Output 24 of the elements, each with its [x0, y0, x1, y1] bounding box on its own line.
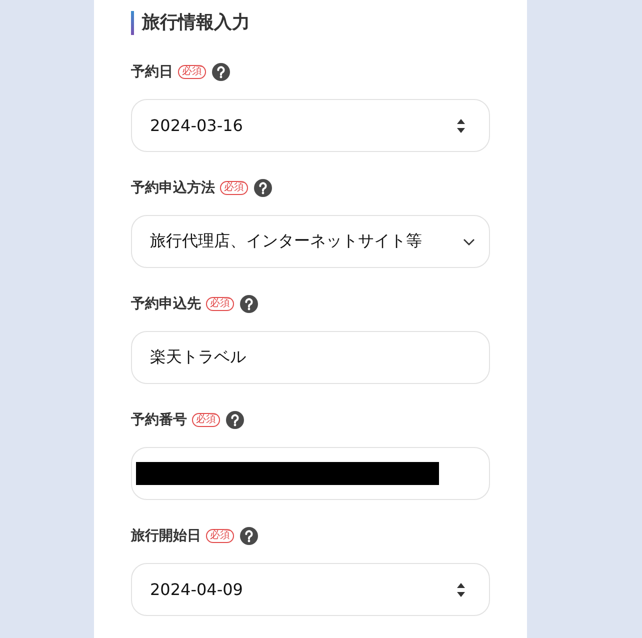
- help-icon[interactable]: [212, 63, 230, 81]
- required-badge: 必須: [220, 181, 248, 195]
- required-badge: 必須: [178, 65, 206, 79]
- help-icon[interactable]: [240, 295, 258, 313]
- field-label: 旅行開始日: [131, 527, 201, 545]
- date-field[interactable]: 2024-03-16: [131, 99, 490, 152]
- section-title: 旅行情報入力: [131, 11, 490, 35]
- help-icon[interactable]: [254, 179, 272, 197]
- field-label: 予約番号: [131, 411, 187, 429]
- field-label: 予約申込先: [131, 295, 201, 313]
- required-badge: 必須: [206, 297, 234, 311]
- field-label: 予約申込方法: [131, 179, 215, 197]
- required-badge: 必須: [192, 413, 220, 427]
- select-field[interactable]: 旅行代理店、インターネットサイト等: [131, 215, 490, 268]
- help-icon[interactable]: [240, 527, 258, 545]
- text-field[interactable]: [131, 447, 490, 500]
- required-badge: 必須: [206, 529, 234, 543]
- spinner-icon: [457, 582, 465, 598]
- field-label: 予約日: [131, 63, 173, 81]
- date-field[interactable]: 2024-04-09: [131, 563, 490, 616]
- chevron-down-icon: [463, 238, 475, 246]
- text-field[interactable]: 楽天トラベル: [131, 331, 490, 384]
- help-icon[interactable]: [226, 411, 244, 429]
- spinner-icon: [457, 118, 465, 134]
